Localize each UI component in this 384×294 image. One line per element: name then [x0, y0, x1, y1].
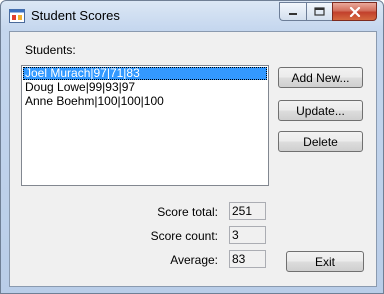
close-icon [349, 6, 360, 17]
list-item[interactable]: Doug Lowe|99|93|97 [23, 81, 267, 94]
minimize-icon [289, 12, 297, 15]
score-total-field: 251 [229, 202, 266, 220]
maximize-icon [314, 7, 325, 16]
maximize-button[interactable] [306, 2, 332, 21]
delete-button[interactable]: Delete [278, 131, 363, 152]
exit-button[interactable]: Exit [286, 251, 364, 272]
average-label: Average: [170, 253, 218, 267]
form-icon [9, 9, 25, 23]
update-button[interactable]: Update... [278, 100, 363, 121]
score-total-label: Score total: [157, 205, 218, 219]
window-controls [279, 2, 377, 21]
minimize-button[interactable] [279, 2, 306, 21]
close-button[interactable] [332, 2, 377, 21]
list-item[interactable]: Anne Boehm|100|100|100 [23, 95, 267, 108]
score-count-label: Score count: [150, 229, 218, 243]
add-new-button[interactable]: Add New... [278, 67, 363, 88]
title-bar[interactable]: Student Scores [1, 1, 383, 31]
average-field: 83 [229, 250, 266, 268]
form-body: Students: Joel Murach|97|71|83 Doug Lowe… [9, 31, 377, 287]
window-title: Student Scores [31, 8, 120, 23]
score-count-field: 3 [229, 226, 266, 244]
student-scores-window: Student Scores Students: Joel Murach|97|… [0, 0, 384, 294]
students-label: Students: [25, 43, 76, 57]
list-item[interactable]: Joel Murach|97|71|83 [23, 67, 267, 80]
students-listbox[interactable]: Joel Murach|97|71|83 Doug Lowe|99|93|97 … [21, 65, 269, 186]
